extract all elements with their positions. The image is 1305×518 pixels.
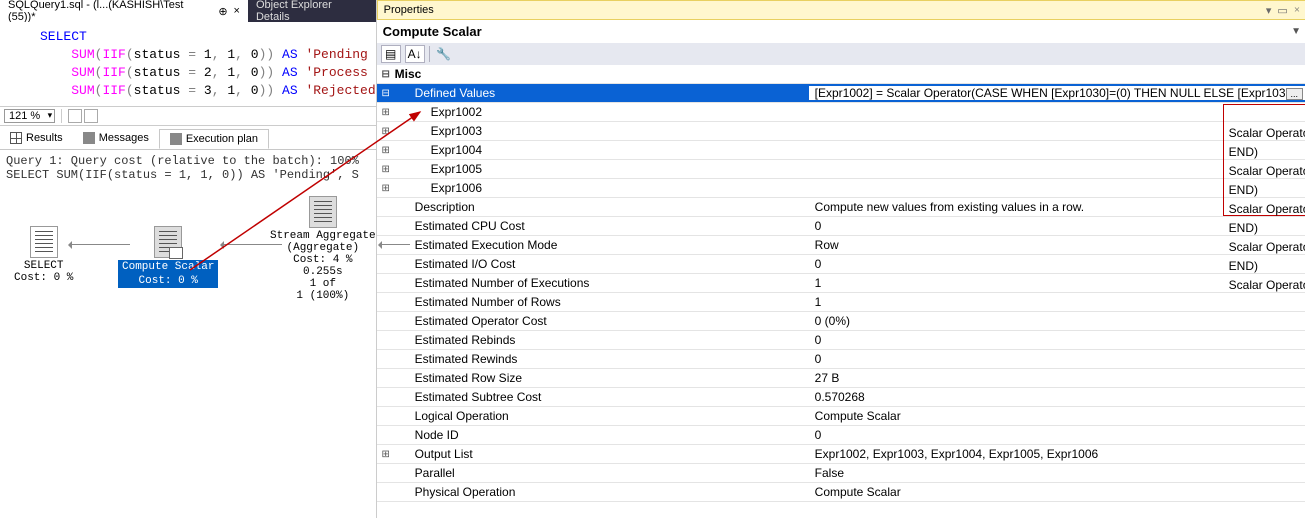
- expand-icon[interactable]: ⊞: [377, 449, 395, 460]
- expand-icon[interactable]: ⊞: [377, 183, 395, 194]
- property-logical-operation[interactable]: Logical OperationCompute Scalar: [377, 407, 1305, 426]
- callout-line: Scalar Operator(CASE WHEN [Expr1030]=(0)…: [1229, 124, 1305, 162]
- property-expr1003[interactable]: ⊞Expr1003: [377, 122, 1305, 141]
- property-estimated-execution-mode[interactable]: Estimated Execution ModeRow: [377, 236, 1305, 255]
- property-estimated-i-o-cost[interactable]: Estimated I/O Cost0: [377, 255, 1305, 274]
- property-expr1006[interactable]: ⊞Expr1006: [377, 179, 1305, 198]
- callout-line: Scalar Operator(CASE WHEN [Expr1030]=(0)…: [1229, 238, 1305, 276]
- close-icon[interactable]: ×: [234, 5, 240, 17]
- property-estimated-rewinds[interactable]: Estimated Rewinds0: [377, 350, 1305, 369]
- expand-icon[interactable]: ⊞: [377, 107, 395, 118]
- property-expr1005[interactable]: ⊞Expr1005: [377, 160, 1305, 179]
- plan-node-compute-scalar[interactable]: Compute Scalar Cost: 0 %: [118, 226, 218, 288]
- ellipsis-button[interactable]: ...: [1286, 88, 1304, 100]
- property-estimated-rebinds[interactable]: Estimated Rebinds0: [377, 331, 1305, 350]
- property-description[interactable]: DescriptionCompute new values from exist…: [377, 198, 1305, 217]
- property-estimated-number-of-rows[interactable]: Estimated Number of Rows1: [377, 293, 1305, 312]
- property-node-id[interactable]: Node ID0: [377, 426, 1305, 445]
- callout-line: Scalar Operator(CASE WHEN [Expr1030]=(0)…: [1229, 200, 1305, 238]
- plan-canvas[interactable]: SELECT Cost: 0 % Compute Scalar Cost: 0 …: [0, 186, 376, 518]
- aggregate-icon: [309, 196, 337, 228]
- expand-icon[interactable]: ⊞: [377, 126, 395, 137]
- property-expr1004[interactable]: ⊞Expr1004: [377, 141, 1305, 160]
- properties-toolbar: ▤ A↓ 🔧: [377, 43, 1305, 65]
- expand-icon[interactable]: ⊞: [377, 164, 395, 175]
- property-estimated-row-size[interactable]: Estimated Row Size27 B: [377, 369, 1305, 388]
- categorized-button[interactable]: ▤: [381, 45, 401, 63]
- callout-text: Scalar Operator(CASE WHEN [Expr1030]=(0)…: [1229, 124, 1305, 295]
- properties-titlebar: Properties ▾ ▭ ×: [377, 0, 1305, 20]
- nav-fwd-icon[interactable]: [84, 109, 98, 123]
- property-defined-values[interactable]: ⊟ Defined Values [Expr1002] = Scalar Ope…: [377, 84, 1305, 103]
- chevron-down-icon[interactable]: ▼: [1291, 26, 1301, 37]
- callout-line: Scalar Operator(CONVERT_IMPLICIT(int,[Ex…: [1229, 276, 1305, 295]
- property-grid[interactable]: ⊟ Misc ⊟ Defined Values [Expr1002] = Sca…: [377, 65, 1305, 518]
- categorized-icon: ▤: [385, 47, 396, 61]
- window-position-icon[interactable]: ▾: [1266, 4, 1272, 17]
- close-icon[interactable]: ×: [1294, 4, 1300, 16]
- panel-title: Properties: [384, 4, 434, 16]
- select-icon: [30, 226, 58, 258]
- grid-icon: [10, 132, 22, 144]
- property-estimated-cpu-cost[interactable]: Estimated CPU Cost0: [377, 217, 1305, 236]
- tab-messages[interactable]: Messages: [73, 129, 159, 147]
- editor-status-bar: 121 %: [0, 106, 376, 126]
- property-expr1002[interactable]: ⊞Expr1002: [377, 103, 1305, 122]
- expand-icon[interactable]: ⊞: [377, 145, 395, 156]
- plan-icon: [170, 133, 182, 145]
- property-physical-operation[interactable]: Physical OperationCompute Scalar: [377, 483, 1305, 502]
- zoom-dropdown[interactable]: 121 %: [4, 109, 55, 123]
- callout-line: Scalar Operator(CASE WHEN [Expr1030]=(0)…: [1229, 162, 1305, 200]
- results-tabstrip: Results Messages Execution plan: [0, 126, 376, 150]
- property-estimated-operator-cost[interactable]: Estimated Operator Cost0 (0%): [377, 312, 1305, 331]
- collapse-icon[interactable]: ⊟: [377, 69, 395, 80]
- property-output-list[interactable]: ⊞Output ListExpr1002, Expr1003, Expr1004…: [377, 445, 1305, 464]
- editor-pane: SQLQuery1.sql - (l...(KASHISH\Test (55))…: [0, 0, 377, 518]
- tab-execution-plan[interactable]: Execution plan: [159, 129, 269, 149]
- sql-editor[interactable]: SELECT SUM(IIF(status = 1, 1, 0)) AS 'Pe…: [0, 22, 376, 106]
- plan-node-select[interactable]: SELECT Cost: 0 %: [14, 226, 73, 284]
- nav-back-icon[interactable]: [68, 109, 82, 123]
- tab-sqlquery1[interactable]: SQLQuery1.sql - (l...(KASHISH\Test (55))…: [0, 0, 248, 22]
- compute-scalar-icon: [154, 226, 182, 258]
- pin-icon[interactable]: ⊕: [218, 5, 227, 18]
- pin-icon[interactable]: ▭: [1277, 4, 1287, 17]
- plan-header: Query 1: Query cost (relative to the bat…: [0, 150, 376, 186]
- sort-az-icon: A↓: [408, 47, 422, 61]
- messages-icon: [83, 132, 95, 144]
- property-pages-button[interactable]: 🔧: [434, 45, 454, 63]
- category-misc[interactable]: ⊟ Misc: [377, 65, 1305, 84]
- tab-object-explorer-details[interactable]: Object Explorer Details: [248, 0, 376, 22]
- property-estimated-number-of-executions[interactable]: Estimated Number of Executions1: [377, 274, 1305, 293]
- tab-label: SQLQuery1.sql - (l...(KASHISH\Test (55))…: [8, 0, 212, 23]
- wrench-icon: 🔧: [436, 47, 451, 61]
- collapse-icon[interactable]: ⊟: [377, 88, 395, 99]
- alphabetical-button[interactable]: A↓: [405, 45, 425, 63]
- property-estimated-subtree-cost[interactable]: Estimated Subtree Cost0.570268: [377, 388, 1305, 407]
- properties-subject[interactable]: Compute Scalar ▼: [377, 20, 1305, 43]
- document-tabs: SQLQuery1.sql - (l...(KASHISH\Test (55))…: [0, 0, 376, 22]
- properties-panel: Properties ▾ ▭ × Compute Scalar ▼ ▤ A↓ 🔧…: [377, 0, 1305, 518]
- plan-node-stream-aggregate[interactable]: Stream Aggregate (Aggregate) Cost: 4 % 0…: [270, 196, 376, 302]
- property-parallel[interactable]: ParallelFalse: [377, 464, 1305, 483]
- tab-label: Object Explorer Details: [256, 0, 368, 23]
- tab-results[interactable]: Results: [0, 129, 73, 147]
